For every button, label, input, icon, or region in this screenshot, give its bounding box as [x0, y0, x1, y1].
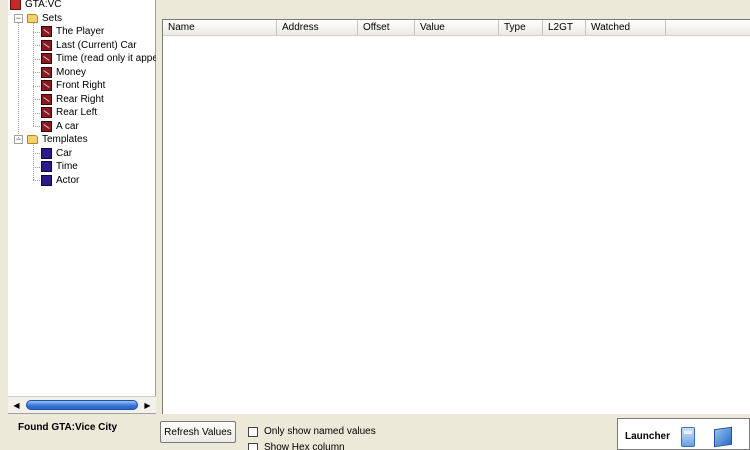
- tree-folder-templates[interactable]: − Templates: [8, 133, 156, 146]
- column-header-watched[interactable]: Watched: [586, 20, 666, 36]
- column-header-name[interactable]: Name: [163, 20, 277, 36]
- tree-item-label: Last (Current) Car: [56, 39, 137, 51]
- tree-item-set[interactable]: Rear Right: [8, 93, 156, 106]
- tree-connector: [33, 180, 40, 181]
- tree-item-label: Front Right: [56, 80, 106, 91]
- scroll-right-icon[interactable]: ▶: [141, 399, 154, 412]
- tree-item-set[interactable]: Time (read only it appea: [8, 52, 156, 65]
- tree-item-template[interactable]: Actor: [8, 174, 156, 187]
- tree-item-label: Car: [56, 147, 73, 159]
- tree-item-label: Rear Right: [56, 93, 104, 105]
- tree-connector: [33, 31, 40, 33]
- set-icon: [41, 66, 52, 78]
- launcher-panel: Launcher: [617, 418, 750, 450]
- tree-item-set[interactable]: The Player: [8, 25, 156, 38]
- tree-item-set[interactable]: A car: [8, 120, 156, 133]
- game-icon: [10, 0, 21, 10]
- tree-item-label: The Player: [56, 26, 105, 37]
- set-icon: [41, 80, 52, 91]
- only-named-checkbox[interactable]: [248, 427, 258, 437]
- tree-item-label: Sets: [42, 12, 63, 24]
- values-list[interactable]: Name Address Offset Value Type L2GT Watc…: [162, 19, 750, 414]
- set-icon: [41, 93, 52, 105]
- template-icon: [41, 161, 52, 172]
- set-icon: [41, 107, 52, 118]
- folder-icon: [27, 135, 38, 144]
- tree-item-set[interactable]: Front Right: [8, 79, 156, 92]
- show-hex-checkbox[interactable]: [248, 443, 258, 450]
- launcher-label: Launcher: [625, 431, 671, 442]
- book-icon[interactable]: [714, 426, 732, 448]
- tree-connector: [33, 72, 40, 73]
- folder-icon: [27, 13, 38, 23]
- tree-item-label: Actor: [56, 174, 80, 186]
- phone-icon[interactable]: [681, 427, 695, 447]
- column-header-value[interactable]: Value: [415, 20, 499, 36]
- tree-connector: [33, 153, 40, 154]
- list-body[interactable]: [163, 36, 750, 414]
- tree-connector: [33, 58, 40, 60]
- template-icon: [41, 147, 52, 159]
- tree-folder-sets[interactable]: − Sets: [8, 12, 156, 25]
- tree-item-label: Time (read only it appea: [56, 53, 156, 64]
- tree-horizontal-scrollbar[interactable]: ◀ ▶: [8, 396, 156, 413]
- tree-item-template[interactable]: Time: [8, 160, 156, 173]
- column-header-address[interactable]: Address: [277, 20, 358, 36]
- tree-connector: [33, 99, 40, 100]
- column-header-type[interactable]: Type: [499, 20, 543, 36]
- template-icon: [41, 174, 52, 186]
- column-header-l2gt[interactable]: L2GT: [543, 20, 586, 36]
- tree-item-label: A car: [56, 120, 79, 132]
- set-icon: [41, 26, 52, 37]
- status-text: Found GTA:Vice City: [18, 422, 118, 433]
- tree-connector: [33, 23, 34, 126]
- tree-item-set[interactable]: Last (Current) Car: [8, 39, 156, 52]
- list-header: Name Address Offset Value Type L2GT Watc…: [163, 20, 750, 36]
- tree-item-label: Rear Left: [56, 107, 98, 118]
- set-icon: [41, 120, 52, 132]
- tree-panel[interactable]: GTA:VC − Sets The Player Last (Current) Car T…: [8, 0, 156, 414]
- set-icon: [41, 39, 52, 51]
- tree-item-root[interactable]: GTA:VC: [8, 0, 156, 11]
- show-hex-label: Show Hex column: [264, 442, 345, 450]
- tree-item-template[interactable]: Car: [8, 147, 156, 160]
- tree-connector: [33, 166, 40, 168]
- set-icon: [41, 53, 52, 64]
- tree-connector: [33, 144, 34, 180]
- scrollbar-thumb[interactable]: [26, 400, 138, 410]
- refresh-values-button[interactable]: Refresh Values: [160, 421, 236, 443]
- tree-connector: [33, 85, 40, 87]
- tree-item-label: GTA:VC: [25, 0, 62, 10]
- scroll-left-icon[interactable]: ◀: [10, 399, 23, 412]
- column-header-offset[interactable]: Offset: [358, 20, 415, 36]
- tree-connector: [33, 112, 40, 114]
- only-named-label: Only show named values: [264, 426, 376, 437]
- tree-connector: [18, 23, 19, 140]
- tree-connector: [33, 45, 40, 46]
- tree-item-label: Time: [56, 161, 78, 172]
- collapse-icon[interactable]: −: [14, 13, 23, 23]
- tree-item-set[interactable]: Money: [8, 66, 156, 79]
- tree-item-label: Money: [56, 66, 87, 78]
- column-header-filler: [666, 20, 750, 36]
- tree-item-label: Templates: [42, 134, 88, 145]
- tree-connector: [33, 126, 40, 127]
- tree-view[interactable]: GTA:VC − Sets The Player Last (Current) Car T…: [8, 0, 156, 396]
- tree-item-set[interactable]: Rear Left: [8, 106, 156, 119]
